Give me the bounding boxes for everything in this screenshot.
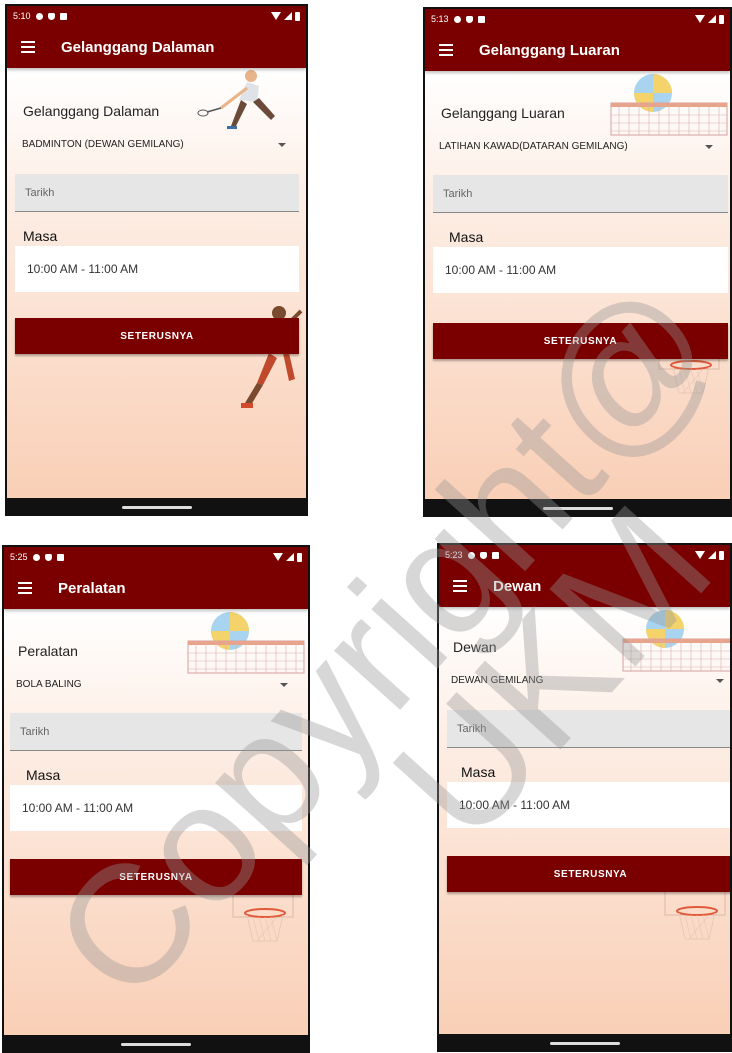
sim-card-icon <box>56 553 64 561</box>
status-bar: 5:25 <box>4 547 308 567</box>
app-title: Gelanggang Luaran <box>479 41 620 59</box>
dropdown-arrow-icon[interactable] <box>280 683 288 687</box>
status-bar: 5:13 <box>425 9 730 29</box>
volleyball-net-illustration <box>622 610 730 672</box>
section-label: Gelanggang Luaran <box>441 105 565 121</box>
status-time: 5:23 <box>445 550 463 560</box>
time-slot-field[interactable]: 10:00 AM - 11:00 AM <box>447 782 730 828</box>
section-label: Gelanggang Dalaman <box>23 103 160 119</box>
time-label: Masa <box>26 767 61 783</box>
dropdown-arrow-icon[interactable] <box>716 679 724 683</box>
battery-icon <box>295 11 300 21</box>
signal-icon <box>284 12 292 20</box>
gear-icon <box>35 12 43 20</box>
date-input[interactable]: Tarikh <box>433 175 728 213</box>
status-bar: 5:10 <box>7 6 306 26</box>
sim-card-icon <box>59 12 67 20</box>
phone-screen-gelanggang-dalaman: 5:10 Gelanggang Dalaman Gelanggang Dalam… <box>5 4 308 516</box>
facility-dropdown[interactable]: DEWAN GEMILANG <box>451 675 543 686</box>
hamburger-menu-icon[interactable] <box>21 41 35 53</box>
status-time: 5:10 <box>13 11 31 21</box>
shield-icon <box>47 12 55 20</box>
status-time: 5:25 <box>10 552 28 562</box>
app-title: Gelanggang Dalaman <box>61 38 215 56</box>
time-label: Masa <box>23 228 58 244</box>
time-slot-field[interactable]: 10:00 AM - 11:00 AM <box>15 246 299 292</box>
hamburger-menu-icon[interactable] <box>18 582 32 594</box>
time-slot-field[interactable]: 10:00 AM - 11:00 AM <box>433 247 728 293</box>
volleyball-net-illustration <box>610 74 728 136</box>
basketball-hoop-illustration <box>232 889 294 942</box>
gear-icon <box>453 15 461 23</box>
app-bar: Gelanggang Dalaman <box>7 26 306 68</box>
facility-dropdown[interactable]: LATIHAN KAWAD(DATARAN GEMILANG) <box>439 141 628 152</box>
shield-icon <box>44 553 52 561</box>
section-label: Dewan <box>453 639 497 655</box>
navigation-bar <box>7 498 306 514</box>
time-label: Masa <box>461 764 496 780</box>
dropdown-arrow-icon[interactable] <box>705 145 713 149</box>
shield-icon <box>465 15 473 23</box>
badminton-player-illustration <box>197 70 275 129</box>
form-content: Peralatan BOLA BALING Tarikh Masa 10:00 … <box>4 609 308 1035</box>
app-bar: Peralatan <box>4 567 308 609</box>
facility-dropdown[interactable]: BOLA BALING <box>16 679 82 690</box>
phone-screen-gelanggang-luaran: 5:13 Gelanggang Luaran Gelanggang Luaran… <box>423 7 732 517</box>
hamburger-menu-icon[interactable] <box>453 580 467 592</box>
next-button[interactable]: SETERUSNYA <box>447 856 730 892</box>
battery-icon <box>297 552 302 562</box>
form-content: Gelanggang Luaran LATIHAN KAWAD(DATARAN … <box>425 71 730 499</box>
time-slot-field[interactable]: 10:00 AM - 11:00 AM <box>10 785 302 831</box>
signal-icon <box>286 553 294 561</box>
date-input[interactable]: Tarikh <box>10 713 302 751</box>
next-button[interactable]: SETERUSNYA <box>15 318 299 354</box>
battery-icon <box>719 550 724 560</box>
app-title: Dewan <box>493 577 542 595</box>
navigation-bar <box>425 499 730 515</box>
facility-dropdown[interactable]: BADMINTON (DEWAN GEMILANG) <box>22 139 184 150</box>
battery-icon <box>719 14 724 24</box>
time-label: Masa <box>449 229 484 245</box>
navigation-bar <box>4 1035 308 1051</box>
home-gesture-bar[interactable] <box>542 507 613 510</box>
basketball-hoop-illustration <box>664 887 726 940</box>
date-input[interactable]: Tarikh <box>447 710 730 748</box>
form-content: Gelanggang Dalaman BADMINTON (DEWAN GEMI… <box>7 68 306 498</box>
wifi-icon <box>695 15 705 23</box>
wifi-icon <box>273 553 283 561</box>
status-time: 5:13 <box>431 14 449 24</box>
next-button[interactable]: SETERUSNYA <box>10 859 302 895</box>
shield-icon <box>479 551 487 559</box>
status-bar: 5:23 <box>439 545 730 565</box>
phone-screen-peralatan: 5:25 Peralatan Peralatan BOLA BALING Tar… <box>2 545 310 1053</box>
sim-card-icon <box>477 15 485 23</box>
dropdown-arrow-icon[interactable] <box>278 143 286 147</box>
form-content: Dewan DEWAN GEMILANG Tarikh Masa 10:00 A… <box>439 607 730 1034</box>
wifi-icon <box>695 551 705 559</box>
signal-icon <box>708 551 716 559</box>
gear-icon <box>32 553 40 561</box>
gear-icon <box>467 551 475 559</box>
home-gesture-bar[interactable] <box>121 1043 191 1046</box>
next-button[interactable]: SETERUSNYA <box>433 323 728 359</box>
home-gesture-bar[interactable] <box>121 506 192 509</box>
phone-screen-dewan: 5:23 Dewan Dewan DEWAN GEMILANG Tarikh M… <box>437 543 732 1052</box>
wifi-icon <box>271 12 281 20</box>
volleyball-net-illustration <box>187 612 305 674</box>
date-input[interactable]: Tarikh <box>15 174 299 212</box>
app-bar: Gelanggang Luaran <box>425 29 730 71</box>
hamburger-menu-icon[interactable] <box>439 44 453 56</box>
section-label: Peralatan <box>18 643 78 659</box>
app-bar: Dewan <box>439 565 730 607</box>
signal-icon <box>708 15 716 23</box>
home-gesture-bar[interactable] <box>549 1042 620 1045</box>
navigation-bar <box>439 1034 730 1050</box>
sim-card-icon <box>491 551 499 559</box>
app-title: Peralatan <box>58 579 126 597</box>
